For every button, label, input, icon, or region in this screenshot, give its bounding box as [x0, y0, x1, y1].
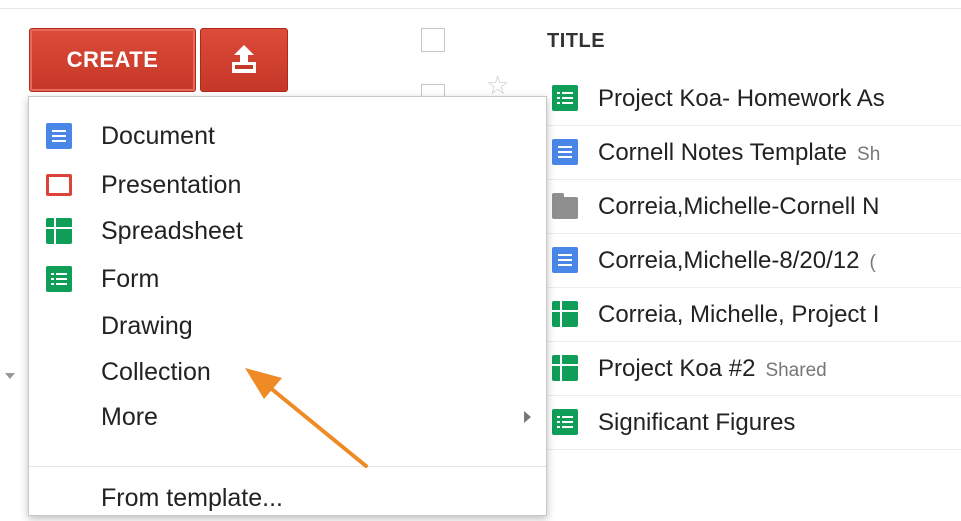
menu-item-drawing[interactable]: Drawing [29, 303, 546, 349]
list-header: TITLE [412, 18, 961, 64]
menu-item-label: Presentation [101, 171, 242, 199]
collapse-caret-icon[interactable] [5, 373, 15, 379]
form-icon [552, 409, 578, 435]
upload-icon [232, 45, 256, 73]
submenu-arrow-icon [524, 411, 531, 423]
menu-item-more[interactable]: More [29, 394, 546, 440]
menu-item-label: More [101, 403, 158, 431]
file-name[interactable]: Significant Figures [598, 396, 795, 450]
file-name[interactable]: Correia, Michelle, Project I [598, 288, 879, 342]
spreadsheet-icon [552, 301, 578, 327]
file-name[interactable]: Correia,Michelle-8/20/12( [598, 234, 876, 290]
upload-button[interactable] [200, 28, 288, 92]
document-icon [552, 247, 578, 273]
menu-item-document[interactable]: Document [29, 113, 546, 159]
create-button[interactable]: CREATE [29, 28, 196, 92]
document-icon [46, 123, 72, 149]
menu-item-presentation[interactable]: Presentation [29, 162, 546, 208]
create-button-label: CREATE [66, 47, 159, 72]
presentation-icon [46, 174, 72, 196]
create-menu: Document Presentation Spreadsheet Form D… [28, 96, 547, 516]
file-name[interactable]: Project Koa- Homework As [598, 72, 885, 126]
folder-icon [552, 193, 578, 219]
menu-item-label: Form [101, 265, 160, 293]
menu-item-collection[interactable]: Collection [29, 349, 546, 395]
menu-item-spreadsheet[interactable]: Spreadsheet [29, 208, 546, 254]
spreadsheet-icon [552, 355, 578, 381]
menu-item-label: From template... [101, 484, 283, 512]
menu-item-label: Drawing [101, 312, 193, 340]
menu-item-label: Collection [101, 358, 211, 386]
shared-label: Sh [857, 144, 881, 165]
file-name[interactable]: Correia,Michelle-Cornell N [598, 180, 879, 234]
file-name[interactable]: Project Koa #2 Shared [598, 342, 827, 398]
spreadsheet-icon [46, 218, 72, 244]
title-column-header[interactable]: TITLE [547, 30, 605, 53]
document-icon [552, 139, 578, 165]
select-all-checkbox[interactable] [421, 28, 445, 52]
shared-label: Shared [765, 360, 827, 381]
menu-divider [29, 466, 546, 467]
menu-item-form[interactable]: Form [29, 256, 546, 302]
file-name[interactable]: Cornell Notes Template Sh [598, 126, 880, 182]
form-icon [46, 266, 72, 292]
form-icon [552, 85, 578, 111]
menu-item-label: Spreadsheet [101, 217, 243, 245]
menu-item-from-template[interactable]: From template... [29, 475, 546, 521]
menu-item-label: Document [101, 122, 215, 150]
shared-label: ( [869, 252, 876, 273]
